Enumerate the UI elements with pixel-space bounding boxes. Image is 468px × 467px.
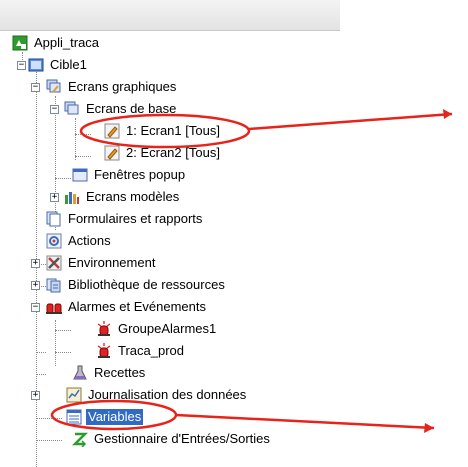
collapse-toggle[interactable]: −	[50, 105, 59, 114]
recipe-flask-icon	[72, 365, 88, 381]
tree-item-recipes[interactable]: Recettes	[72, 364, 147, 382]
expand-toggle[interactable]: +	[31, 391, 40, 400]
tree-item-appli-traca[interactable]: Appli_traca	[12, 34, 101, 52]
tree-item-variables[interactable]: Variables	[66, 408, 144, 426]
tree-item-label: Formulaires et rapports	[68, 211, 203, 226]
project-tree: Appli_traca − Cible1 − Ecrans graphiques…	[0, 34, 460, 467]
toolbar-strip	[0, 0, 340, 31]
screens-folder-icon	[46, 79, 62, 95]
tree-item-forms-reports[interactable]: Formulaires et rapports	[46, 210, 204, 228]
tree-item-label: Alarmes et Evénements	[68, 299, 207, 314]
template-screens-icon	[64, 189, 80, 205]
tree-item-label: 1: Ecran1 [Tous]	[126, 123, 220, 138]
tree-item-traca-prod[interactable]: Traca_prod	[96, 342, 186, 360]
expand-toggle[interactable]: +	[31, 281, 40, 290]
forms-icon	[46, 211, 62, 227]
popup-window-icon	[72, 167, 88, 183]
tree-item-label: Fenêtres popup	[94, 167, 186, 182]
project-icon	[12, 35, 28, 51]
tree-item-label: Recettes	[94, 365, 146, 380]
tree-item-screen2[interactable]: 2: Ecran2 [Tous]	[104, 144, 222, 162]
tree-item-label: Journalisation des données	[88, 387, 247, 402]
tree-item-label: Traca_prod	[118, 343, 184, 358]
tree-item-label: Appli_traca	[34, 35, 100, 50]
actions-icon	[46, 233, 62, 249]
tree-item-data-logging[interactable]: Journalisation des données	[66, 386, 248, 404]
alarm-group-icon	[46, 299, 62, 315]
collapse-toggle[interactable]: −	[17, 61, 26, 70]
tree-item-label: Ecrans graphiques	[68, 79, 177, 94]
tree-item-label: Ecrans modèles	[86, 189, 180, 204]
tools-icon	[46, 255, 62, 271]
tree-item-resource-library[interactable]: Bibliothèque de ressources	[46, 276, 227, 294]
data-log-icon	[66, 387, 82, 403]
tree-item-label: 2: Ecran2 [Tous]	[126, 145, 220, 160]
tree-item-actions[interactable]: Actions	[46, 232, 113, 250]
tree-item-alarm-group[interactable]: GroupeAlarmes1	[96, 320, 218, 338]
tree-item-label: GroupeAlarmes1	[118, 321, 217, 336]
tree-item-ecrans-de-base[interactable]: Ecrans de base	[64, 100, 178, 118]
library-icon	[46, 277, 62, 293]
variables-table-icon	[66, 409, 82, 425]
tree-item-environment[interactable]: Environnement	[46, 254, 157, 272]
tree-item-label: Cible1	[50, 57, 87, 72]
expand-toggle[interactable]: +	[31, 259, 40, 268]
target-device-icon	[28, 57, 44, 73]
tree-item-label: Environnement	[68, 255, 156, 270]
screens-folder-icon	[64, 101, 80, 117]
tree-item-ecrans-graphiques[interactable]: Ecrans graphiques	[46, 78, 178, 96]
tree-item-screen1[interactable]: 1: Ecran1 [Tous]	[104, 122, 222, 140]
collapse-toggle[interactable]: −	[31, 303, 40, 312]
tree-item-alarms-events[interactable]: Alarmes et Evénements	[46, 298, 208, 316]
alarm-icon	[96, 321, 112, 337]
tree-item-popup-windows[interactable]: Fenêtres popup	[72, 166, 187, 184]
screen-edit-icon	[104, 145, 120, 161]
tree-item-cible1[interactable]: Cible1	[28, 56, 89, 74]
alarm-icon	[96, 343, 112, 359]
tree-item-label: Bibliothèque de ressources	[68, 277, 225, 292]
tree-item-label: Ecrans de base	[86, 101, 177, 116]
expand-toggle[interactable]: +	[50, 193, 59, 202]
tree-item-label: Gestionnaire d'Entrées/Sorties	[94, 431, 270, 446]
collapse-toggle[interactable]: −	[31, 83, 40, 92]
tree-item-template-screens[interactable]: Ecrans modèles	[64, 188, 181, 206]
tree-item-label: Actions	[68, 233, 111, 248]
screen-edit-icon	[104, 123, 120, 139]
io-manager-icon	[71, 431, 89, 448]
tree-item-label: Variables	[86, 409, 144, 425]
tree-item-io-manager[interactable]: Gestionnaire d'Entrées/Sorties	[71, 430, 272, 448]
